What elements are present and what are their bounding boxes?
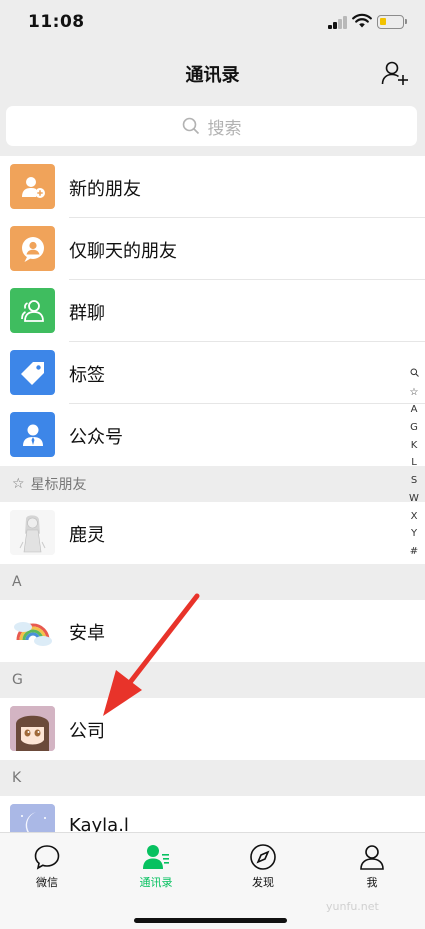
contact-avatar	[10, 608, 55, 653]
section-header-label: A	[12, 574, 22, 590]
section-header-label: G	[12, 672, 23, 688]
home-indicator[interactable]	[134, 918, 287, 923]
status-time: 11:08	[28, 12, 85, 32]
index-letter[interactable]: X	[411, 508, 418, 526]
alphabet-index[interactable]: ☆ A G K L S W X Y #	[405, 366, 423, 561]
contacts-icon	[143, 845, 169, 869]
search-input[interactable]: 搜索	[6, 106, 417, 146]
index-letter[interactable]: A	[411, 401, 418, 419]
tab-discover[interactable]: 发现	[223, 843, 303, 890]
tag-icon	[10, 350, 55, 395]
index-search-icon[interactable]	[410, 366, 419, 384]
section-header-a: A	[0, 564, 425, 600]
index-letter[interactable]: G	[410, 419, 418, 437]
contact-name: 鹿灵	[69, 525, 105, 546]
watermark: yunfu.net	[326, 900, 379, 913]
tab-label: 微信	[36, 876, 58, 889]
index-letter[interactable]: S	[411, 472, 417, 490]
star-icon: ☆	[12, 476, 25, 492]
contact-row[interactable]: 安卓	[0, 600, 425, 662]
index-letter[interactable]: #	[410, 543, 418, 561]
function-item-group-chats[interactable]: 群聊	[0, 280, 425, 342]
cellular-signal-icon	[328, 15, 348, 29]
function-item-label: 群聊	[69, 303, 105, 324]
section-header-label: 星标朋友	[30, 477, 87, 493]
function-item-chat-only-friends[interactable]: 仅聊天的朋友	[0, 218, 425, 280]
index-letter[interactable]: ☆	[410, 384, 419, 402]
contact-avatar	[10, 510, 55, 555]
index-letter[interactable]: K	[411, 437, 418, 455]
function-item-new-friends[interactable]: 新的朋友	[0, 156, 425, 218]
function-item-label: 仅聊天的朋友	[69, 241, 177, 262]
person-icon	[360, 845, 384, 870]
contact-row[interactable]: 鹿灵	[0, 502, 425, 564]
chat-bubble-icon	[34, 845, 60, 870]
page-title: 通讯录	[185, 65, 240, 86]
tab-label: 我	[366, 876, 378, 889]
function-item-label: 新的朋友	[69, 179, 141, 200]
tab-bar: 微信 通讯录 发现 我	[0, 832, 425, 929]
tab-contacts[interactable]: 通讯录	[116, 843, 196, 890]
tab-me[interactable]: 我	[332, 843, 412, 890]
section-header-starred: ☆ 星标朋友	[0, 466, 425, 502]
section-header-label: K	[12, 770, 22, 786]
status-bar: 11:08	[0, 0, 425, 44]
battery-icon	[377, 15, 407, 29]
section-header-g: G	[0, 662, 425, 698]
group-chat-icon	[10, 288, 55, 333]
contact-avatar	[10, 706, 55, 751]
add-friend-icon[interactable]	[380, 58, 410, 88]
section-header-k: K	[0, 760, 425, 796]
tab-label: 发现	[252, 876, 274, 889]
function-item-label: 公众号	[69, 427, 123, 448]
nav-bar: 通讯录	[0, 44, 425, 100]
function-item-tags[interactable]: 标签	[0, 342, 425, 404]
search-icon	[182, 117, 199, 135]
function-item-official-accounts[interactable]: 公众号	[0, 404, 425, 466]
add-friend-icon	[10, 164, 55, 209]
tab-label: 通讯录	[139, 876, 173, 889]
tab-chats[interactable]: 微信	[7, 843, 87, 890]
contact-name: 公司	[69, 721, 105, 742]
index-letter[interactable]: W	[409, 490, 419, 508]
contact-name: 安卓	[69, 623, 105, 644]
contact-row[interactable]: 公司	[0, 698, 425, 760]
official-account-icon	[10, 412, 55, 457]
index-letter[interactable]: Y	[411, 525, 417, 543]
chat-only-friend-icon	[10, 226, 55, 271]
index-letter[interactable]: L	[411, 454, 417, 472]
search-placeholder: 搜索	[207, 118, 242, 139]
compass-icon	[250, 844, 276, 870]
function-item-label: 标签	[69, 365, 105, 386]
contacts-list: 新的朋友 仅聊天的朋友 群聊 标签 公众号 ☆ 星标朋友 鹿灵 A 安卓 G 公…	[0, 156, 425, 858]
wifi-icon	[352, 13, 372, 28]
